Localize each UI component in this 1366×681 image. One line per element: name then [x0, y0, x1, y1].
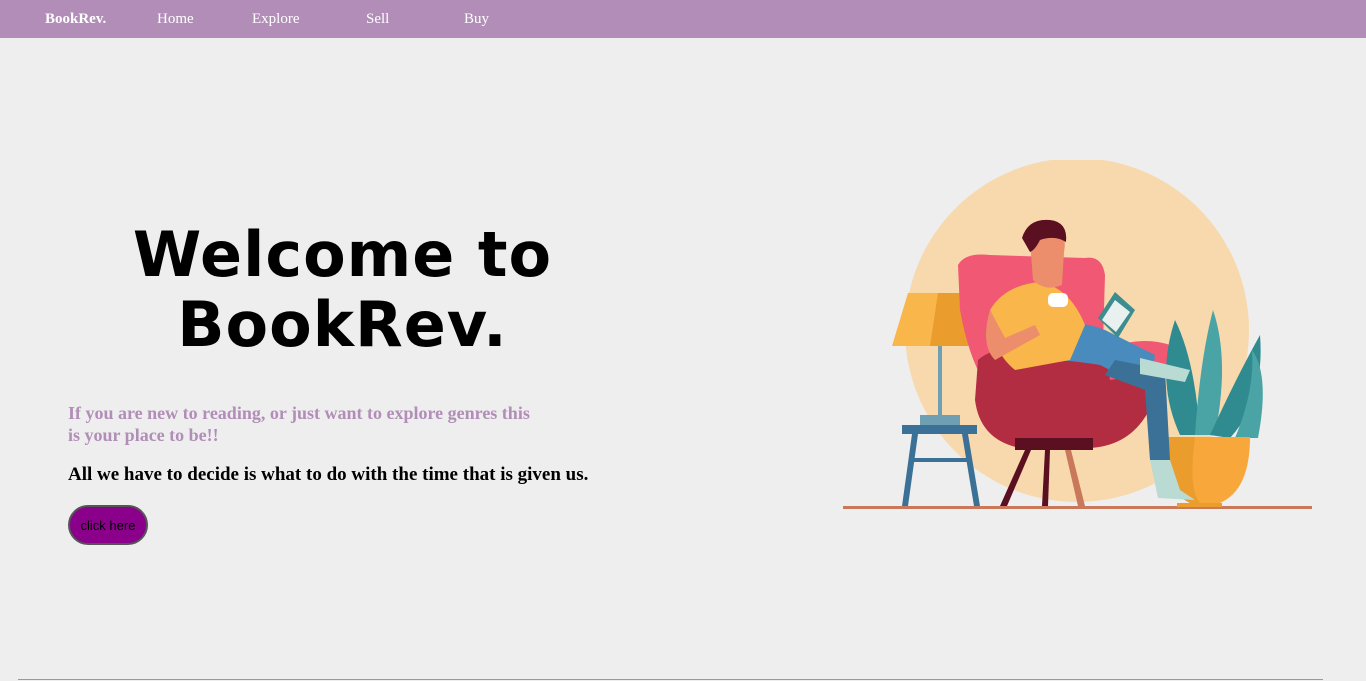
side-table-icon	[902, 425, 980, 506]
nav-buy-link[interactable]: Buy	[464, 10, 489, 28]
hero-title: Welcome to BookRev.	[132, 218, 553, 361]
brand-logo-link[interactable]: BookRev.	[45, 10, 106, 28]
bottom-divider	[18, 679, 1323, 680]
reading-man-illustration	[843, 160, 1312, 509]
floor-line	[843, 506, 1312, 509]
nav-sell-link[interactable]: Sell	[366, 10, 389, 28]
click-here-button[interactable]: click here	[68, 505, 148, 545]
nav-explore-link[interactable]: Explore	[252, 10, 299, 28]
hero-subtitle: If you are new to reading, or just want …	[68, 403, 530, 445]
hero-quote: All we have to decide is what to do with…	[68, 464, 589, 485]
nav-home-link[interactable]: Home	[157, 10, 194, 28]
top-navbar: BookRev. Home Explore Sell Buy	[0, 0, 1366, 38]
